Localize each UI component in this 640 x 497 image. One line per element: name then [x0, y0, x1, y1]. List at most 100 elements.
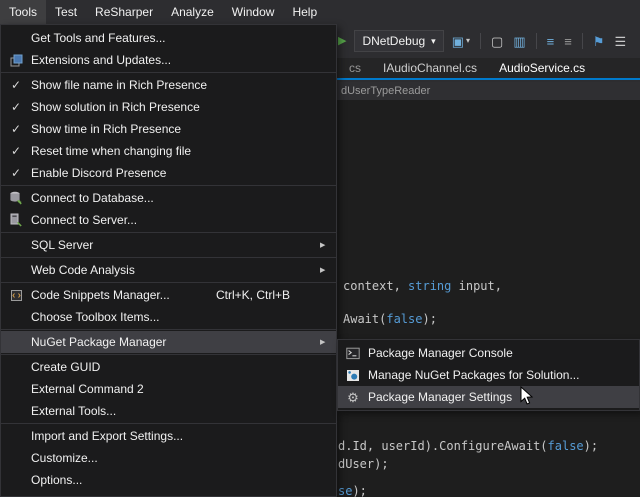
code-token: se [338, 484, 352, 497]
menu-separator [1, 354, 336, 355]
menu-item-label: Connect to Database... [31, 191, 316, 205]
check-icon: ✓ [1, 144, 31, 158]
tools-menu-item-enable-discord-presence[interactable]: ✓Enable Discord Presence [1, 162, 336, 184]
code-line: context, string input, [343, 279, 502, 293]
submenu-arrow-icon: ▶ [316, 338, 336, 346]
code-token: ); [352, 484, 366, 497]
check-icon: ✓ [1, 166, 31, 180]
outdent-lines-icon[interactable]: ≡ [564, 35, 572, 48]
menu-item-label: Get Tools and Features... [31, 31, 316, 45]
tools-menu-item-web-code-analysis[interactable]: Web Code Analysis▶ [1, 259, 336, 281]
submenu-arrow-icon: ▶ [316, 266, 336, 274]
menu-item-label: Options... [31, 473, 316, 487]
menu-item-label: Web Code Analysis [31, 263, 316, 277]
nuget-submenu-item-package-manager-console[interactable]: Package Manager Console [338, 342, 639, 364]
tab-iaudiochannel-cs[interactable]: IAudioChannel.cs [372, 58, 488, 78]
check-icon: ✓ [1, 78, 31, 92]
tools-menu-item-get-tools-and-features[interactable]: Get Tools and Features... [1, 27, 336, 49]
nuget-package-icon [338, 369, 368, 382]
menu-item-label: Reset time when changing file [31, 144, 316, 158]
code-line: dUser); [338, 457, 389, 471]
tab-cs[interactable]: cs [338, 58, 372, 78]
gear-icon: ⚙ [338, 391, 368, 404]
toolbar-separator [582, 33, 583, 49]
attach-dropdown-icon[interactable]: ▣▾ [452, 35, 470, 48]
menu-separator [1, 185, 336, 186]
console-icon [338, 347, 368, 360]
menu-item-label: Code Snippets Manager... [31, 288, 216, 302]
indent-lines-icon[interactable]: ≡ [547, 35, 555, 48]
toolbar-icons: ▣▾ ▢ ▥ ≡ ≡ ⚑ ☰ [452, 33, 626, 49]
tools-menu-item-connect-to-server[interactable]: Connect to Server... [1, 209, 336, 231]
submenu-arrow-icon: ▶ [316, 241, 336, 249]
menu-item-label: Connect to Server... [31, 213, 316, 227]
tools-menu-item-nuget-package-manager[interactable]: NuGet Package Manager▶ [1, 331, 336, 353]
bookmark-flag-icon[interactable]: ⚑ [593, 35, 605, 48]
tools-menu-item-reset-time-when-changing-file[interactable]: ✓Reset time when changing file [1, 140, 336, 162]
tools-menu-item-external-tools[interactable]: External Tools... [1, 400, 336, 422]
tools-menu-item-customize[interactable]: Customize... [1, 447, 336, 469]
menubar: ToolsTestReSharperAnalyzeWindowHelp [0, 0, 640, 24]
list-menu-icon[interactable]: ☰ [614, 35, 626, 48]
extensions-icon [1, 54, 31, 67]
menubar-item-help[interactable]: Help [283, 0, 326, 24]
split-window-icon[interactable]: ▥ [513, 35, 525, 48]
check-icon: ✓ [1, 122, 31, 136]
menu-item-label: Choose Toolbox Items... [31, 310, 316, 324]
tools-menu-item-import-and-export-settings[interactable]: Import and Export Settings... [1, 425, 336, 447]
menu-item-label: Customize... [31, 451, 316, 465]
tools-menu-item-options[interactable]: Options... [1, 469, 336, 491]
menu-separator [1, 232, 336, 233]
new-window-icon[interactable]: ▢ [491, 35, 503, 48]
breadcrumb-text: dUserTypeReader [341, 85, 430, 97]
menu-item-label: Import and Export Settings... [31, 429, 316, 443]
code-line: Await(false); [343, 312, 437, 326]
code-token: context, [343, 279, 408, 293]
menu-item-label: Show solution in Rich Presence [31, 100, 316, 114]
nuget-submenu-item-manage-nuget-packages-for-solution[interactable]: Manage NuGet Packages for Solution... [338, 364, 639, 386]
start-debug-icon[interactable]: ▶ [338, 36, 346, 47]
tab-audioservice-cs[interactable]: AudioService.cs [488, 58, 596, 78]
menubar-item-test[interactable]: Test [46, 0, 86, 24]
menu-item-label: Package Manager Settings [368, 390, 619, 404]
tools-menu-item-show-file-name-in-rich-presence[interactable]: ✓Show file name in Rich Presence [1, 74, 336, 96]
code-token: false [386, 312, 422, 326]
tools-menu-item-show-time-in-rich-presence[interactable]: ✓Show time in Rich Presence [1, 118, 336, 140]
code-token: Await( [343, 312, 386, 326]
nuget-submenu-item-package-manager-settings[interactable]: ⚙Package Manager Settings [338, 386, 639, 408]
nuget-submenu-popup: Package Manager Console Manage NuGet Pack… [337, 339, 640, 411]
menu-item-label: External Tools... [31, 404, 316, 418]
tools-menu-item-sql-server[interactable]: SQL Server▶ [1, 234, 336, 256]
tools-menu-item-create-guid[interactable]: Create GUID [1, 356, 336, 378]
check-icon: ✓ [1, 100, 31, 114]
code-token: string [408, 279, 451, 293]
database-connect-icon [1, 191, 31, 205]
menu-separator [1, 423, 336, 424]
code-snippets-icon [1, 289, 31, 302]
menubar-item-tools[interactable]: Tools [0, 0, 46, 24]
menubar-item-window[interactable]: Window [223, 0, 284, 24]
tools-menu-item-code-snippets-manager[interactable]: Code Snippets Manager...Ctrl+K, Ctrl+B [1, 284, 336, 306]
tools-menu-item-connect-to-database[interactable]: Connect to Database... [1, 187, 336, 209]
menu-item-label: Create GUID [31, 360, 316, 374]
code-token: false [548, 439, 584, 453]
menu-item-label: Show file name in Rich Presence [31, 78, 316, 92]
menubar-item-analyze[interactable]: Analyze [162, 0, 223, 24]
menubar-item-resharper[interactable]: ReSharper [86, 0, 162, 24]
code-token: dUser); [338, 457, 389, 471]
debug-target-dropdown[interactable]: DNetDebug ▾ [354, 30, 443, 52]
chevron-down-icon: ▾ [431, 36, 436, 47]
chevron-down-icon: ▾ [466, 37, 470, 45]
menu-item-label: Manage NuGet Packages for Solution... [368, 368, 619, 382]
tools-menu-item-extensions-and-updates[interactable]: Extensions and Updates... [1, 49, 336, 71]
vs-window: ToolsTestReSharperAnalyzeWindowHelp ▶ DN… [0, 0, 640, 497]
debug-target-label: DNetDebug [362, 34, 425, 48]
tools-menu-item-external-command-2[interactable]: External Command 2 [1, 378, 336, 400]
tools-menu-popup: Get Tools and Features... Extensions and … [0, 24, 337, 497]
tools-menu-item-choose-toolbox-items[interactable]: Choose Toolbox Items... [1, 306, 336, 328]
code-token: d.Id, userId).ConfigureAwait( [338, 439, 548, 453]
menu-item-label: NuGet Package Manager [31, 335, 316, 349]
code-line: d.Id, userId).ConfigureAwait(false); [338, 439, 598, 453]
tools-menu-item-show-solution-in-rich-presence[interactable]: ✓Show solution in Rich Presence [1, 96, 336, 118]
menu-separator [1, 282, 336, 283]
